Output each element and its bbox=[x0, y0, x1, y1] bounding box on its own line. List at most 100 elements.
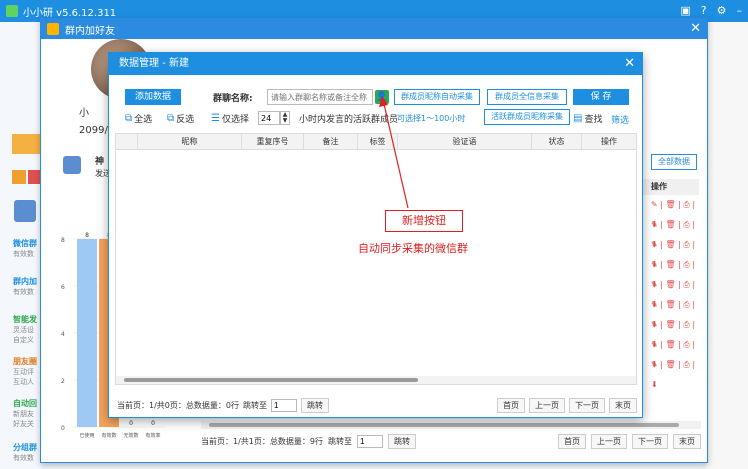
profile-date: 2099/ bbox=[79, 125, 108, 136]
bar bbox=[77, 239, 97, 427]
modal-pager-info: 当前页：1/共0页：总数据量：0行 bbox=[117, 400, 239, 410]
op-row[interactable]: ✎ | 🗑 | ⎙ | ⬇ bbox=[641, 275, 699, 309]
panel-label: 神 bbox=[95, 157, 105, 167]
invert-label: 反选 bbox=[176, 115, 195, 125]
sidebar-card-wechat-group[interactable]: 微信群 有效数 bbox=[13, 238, 43, 259]
annotation-caption: 自动同步采集的微信群 bbox=[358, 242, 468, 255]
invert-icon: ⧉ bbox=[167, 113, 175, 124]
op-row[interactable]: ✎ | 🗑 | ⎙ | ⬇ bbox=[641, 335, 699, 369]
help-icon[interactable]: ? bbox=[701, 4, 707, 17]
outer-dialog-title: 群内加好友 bbox=[65, 25, 115, 37]
y-tick-label: 2 bbox=[61, 378, 65, 385]
y-tick-label: 8 bbox=[61, 237, 65, 244]
y-tick-label: 6 bbox=[61, 284, 65, 291]
dialog-logo-icon bbox=[47, 23, 59, 35]
outer-prev-page-button[interactable]: 上一页 bbox=[591, 433, 627, 449]
sidebar-card-moments[interactable]: 朋友圈 互动评 互动人 bbox=[13, 356, 43, 387]
panel-header: 神 发送 bbox=[63, 154, 111, 184]
bar-value-label: 0 bbox=[151, 420, 155, 427]
modal-jump-button[interactable]: 跳转 bbox=[300, 397, 329, 413]
outer-dialog-titlebar: 群内加好友 bbox=[41, 19, 707, 39]
hours-hint: 可选择1～100小时 bbox=[397, 114, 466, 123]
gear-icon[interactable]: ⚙ bbox=[717, 4, 727, 17]
find-icon: ▤ bbox=[573, 113, 583, 124]
robot-icon bbox=[63, 156, 81, 174]
modal-first-page-button[interactable]: 首页 bbox=[497, 397, 525, 413]
add-group-icon[interactable]: 👤 bbox=[375, 90, 389, 104]
outer-first-page-button[interactable]: 首页 bbox=[558, 433, 586, 449]
app-logo-icon bbox=[6, 5, 18, 17]
outer-close-icon[interactable]: ✕ bbox=[690, 21, 701, 36]
sidebar-card-auto-reply[interactable]: 自动回 新朋友 好友关 bbox=[13, 398, 43, 429]
profile-name: 小 bbox=[79, 108, 89, 119]
sidebar-icon-a[interactable] bbox=[12, 170, 26, 184]
collect-nickname-auto-button[interactable]: 群成员昵称自动采集 bbox=[394, 89, 480, 105]
op-row[interactable]: ✎ | 🗑 | ⎙ | ⬇ bbox=[641, 295, 699, 329]
hours-spinner[interactable]: ▲ ▼ bbox=[280, 111, 290, 125]
operation-header: 操作 bbox=[641, 179, 699, 195]
app-right-strip bbox=[706, 22, 748, 469]
op-row[interactable]: ✎ | 🗑 | ⎙ | ⬇ bbox=[641, 195, 699, 229]
grid-header: 昵称 重复序号 备注 标签 验证语 状态 操作 bbox=[116, 134, 636, 150]
modal-title: 数据管理 - 新建 bbox=[109, 53, 642, 75]
sidebar-card-group-add[interactable]: 群内加 有效数 bbox=[13, 276, 43, 297]
select-all-icon: ⧉ bbox=[125, 113, 133, 124]
outer-jump-button[interactable]: 跳转 bbox=[387, 433, 416, 449]
group-name-input[interactable] bbox=[267, 89, 373, 105]
outer-pager: 当前页：1/共1页：总数据量：9行 跳转至 跳转 首页 上一页 下一页 末页 bbox=[201, 431, 701, 451]
op-row[interactable]: ✎ | 🗑 | ⎙ | ⬇ bbox=[641, 315, 699, 349]
shirt-icon[interactable]: ▣ bbox=[680, 4, 690, 17]
operation-column: 操作 ✎ | 🗑 | ⎙ | ⬇ ✎ | 🗑 | ⎙ | ⬇ ✎ | 🗑 | ⎙… bbox=[641, 179, 699, 429]
modal-jump-input[interactable] bbox=[270, 398, 297, 412]
outer-jump-input[interactable] bbox=[356, 434, 383, 448]
bar-value-label: 0 bbox=[129, 420, 133, 427]
x-tick-label: 有效数 bbox=[101, 432, 116, 439]
sidebar-card-smart-send[interactable]: 智能发 灵活设 自定义 bbox=[13, 314, 43, 345]
add-data-button[interactable]: 添加数据 bbox=[125, 89, 181, 105]
col-remark[interactable]: 备注 bbox=[304, 134, 358, 149]
only-select-toggle[interactable]: ☰ 仅选择 bbox=[211, 112, 249, 125]
bar-value-label: 8 bbox=[85, 232, 89, 239]
list-icon: ☰ bbox=[211, 113, 220, 124]
op-row[interactable]: ✎ | 🗑 | ⎙ | ⬇ bbox=[641, 355, 699, 389]
outer-jump-label: 跳转至 bbox=[327, 436, 352, 446]
sidebar-robot-icon[interactable] bbox=[14, 200, 36, 222]
app-sidebar: 微信群 有效数 群内加 有效数 智能发 灵活设 自定义 朋友圈 互动评 互动人 … bbox=[0, 22, 42, 469]
op-row[interactable]: ✎ | 🗑 | ⎙ | ⬇ bbox=[641, 235, 699, 269]
op-row[interactable]: ✎ | 🗑 | ⎙ | ⬇ bbox=[641, 215, 699, 249]
col-nickname[interactable]: 昵称 bbox=[138, 134, 242, 149]
outer-pager-info: 当前页：1/共1页：总数据量：9行 bbox=[201, 436, 323, 446]
data-management-dialog: 数据管理 - 新建 ✕ 添加数据 群聊名称: 👤 群成员昵称自动采集 群成员全信… bbox=[108, 52, 643, 418]
x-tick-label: 有效率 bbox=[145, 432, 160, 439]
minimize-icon[interactable]: – bbox=[737, 4, 743, 17]
outer-last-page-button[interactable]: 末页 bbox=[673, 433, 701, 449]
collect-full-info-button[interactable]: 群成员全信息采集 bbox=[487, 89, 567, 105]
filter-link[interactable]: 筛选 bbox=[611, 113, 629, 126]
sidebar-card-group-split[interactable]: 分组群 有效数 bbox=[13, 442, 43, 463]
op-row[interactable]: ✎ | 🗑 | ⎙ | ⬇ bbox=[641, 255, 699, 289]
select-all-toggle[interactable]: ⧉ 全选 bbox=[125, 112, 152, 125]
group-name-label: 群聊名称: bbox=[213, 94, 253, 104]
modal-prev-page-button[interactable]: 上一页 bbox=[529, 397, 565, 413]
collect-active-nickname-button[interactable]: 活跃群成员昵称采集 bbox=[484, 109, 570, 125]
invert-selection-toggle[interactable]: ⧉ 反选 bbox=[167, 112, 194, 125]
modal-close-icon[interactable]: ✕ bbox=[624, 56, 635, 71]
col-repeat-no[interactable]: 重复序号 bbox=[242, 134, 304, 149]
data-grid: 昵称 重复序号 备注 标签 验证语 状态 操作 bbox=[115, 133, 637, 385]
modal-last-page-button[interactable]: 末页 bbox=[609, 397, 637, 413]
col-status[interactable]: 状态 bbox=[532, 134, 582, 149]
col-operation[interactable]: 操作 bbox=[582, 134, 636, 149]
outer-horizontal-scrollbar[interactable] bbox=[201, 421, 701, 429]
modal-next-page-button[interactable]: 下一页 bbox=[569, 397, 605, 413]
col-checkbox[interactable] bbox=[116, 134, 138, 149]
hours-input[interactable] bbox=[258, 111, 280, 125]
all-data-button[interactable]: 全部数据 bbox=[651, 154, 697, 170]
save-button[interactable]: 保 存 bbox=[573, 89, 629, 105]
col-verify-msg[interactable]: 验证语 bbox=[398, 134, 532, 149]
app-window-controls: ▣ ? ⚙ – bbox=[680, 4, 742, 17]
col-tag[interactable]: 标签 bbox=[358, 134, 398, 149]
find-link[interactable]: ▤ 查找 bbox=[573, 112, 602, 125]
hours-text: 小时内发言的活跃群成员 bbox=[299, 115, 399, 125]
outer-next-page-button[interactable]: 下一页 bbox=[632, 433, 668, 449]
grid-horizontal-scrollbar[interactable] bbox=[116, 376, 636, 384]
